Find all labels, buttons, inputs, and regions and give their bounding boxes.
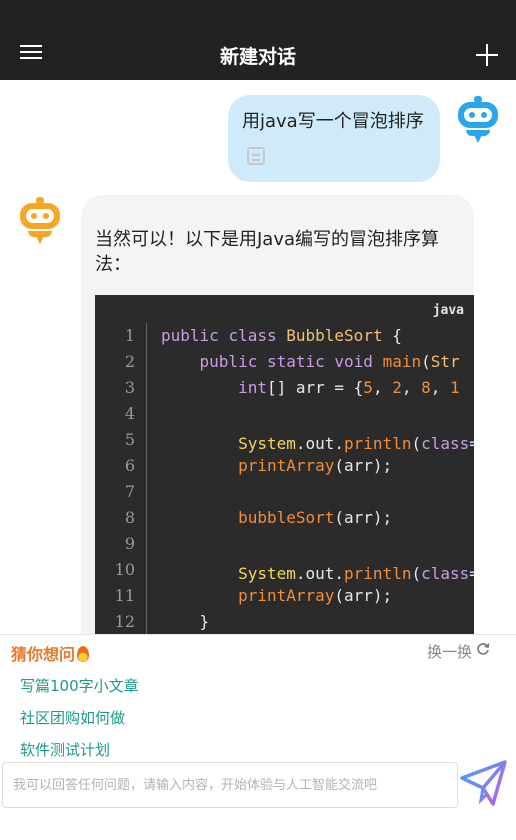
refresh-button[interactable]: 换一换: [427, 641, 472, 662]
line-number: 1: [124, 326, 135, 345]
code-line: public static void main(Str: [199, 352, 460, 371]
suggestion-item[interactable]: 软件测试计划: [20, 739, 110, 760]
line-number: 10: [114, 560, 135, 579]
status-bar: [0, 0, 516, 30]
suggestion-item[interactable]: 社区团购如何做: [20, 707, 125, 728]
line-number: 9: [124, 534, 135, 553]
page-title: 新建对话: [219, 45, 296, 68]
bot-message-text: 当然可以！以下是用Java编写的冒泡排序算法：: [95, 229, 440, 275]
app-header: 新建对话: [0, 30, 516, 80]
user-message-text: 用java写一个冒泡排序: [242, 111, 424, 132]
message-input[interactable]: [2, 762, 458, 808]
code-line: System.out.println(class="str">"排序: [238, 564, 474, 583]
suggestion-item[interactable]: 写篇100字小文章: [20, 675, 139, 696]
line-number: 12: [114, 612, 135, 631]
refresh-icon[interactable]: [476, 642, 490, 656]
user-robot-avatar-icon: [458, 96, 498, 143]
suggestions-title-text: 猜你想问: [11, 645, 76, 664]
line-number: 7: [124, 482, 135, 501]
code-line: System.out.println(class="str">"排序: [238, 434, 474, 453]
user-message-bubble: 用java写一个冒泡排序: [228, 95, 440, 182]
line-number: 6: [124, 456, 135, 475]
code-line: printArray(arr);: [238, 586, 393, 605]
suggestions-panel: 猜你想问 换一换 写篇100字小文章 社区团购如何做 软件测试计划: [0, 634, 516, 840]
copy-icon[interactable]: [247, 147, 265, 165]
code-line: public class BubbleSort {: [161, 326, 402, 345]
suggestions-title: 猜你想问: [11, 641, 90, 665]
menu-icon[interactable]: [20, 42, 46, 68]
line-number: 3: [124, 378, 135, 397]
line-number: 11: [114, 586, 135, 605]
line-number: 5: [124, 430, 135, 449]
code-block[interactable]: java 1 2 3 4 5 6 7 8 9 10 11 12 public c…: [95, 295, 474, 634]
code-line: printArray(arr);: [238, 456, 393, 475]
bot-robot-avatar-icon: [20, 197, 60, 244]
new-chat-plus-icon[interactable]: [474, 42, 500, 68]
code-line: int[] arr = {5, 2, 8, 1: [238, 378, 460, 397]
line-number: 2: [124, 352, 135, 371]
code-line: bubbleSort(arr);: [238, 508, 393, 527]
code-line: }: [161, 612, 210, 631]
chat-area[interactable]: 用java写一个冒泡排序 当然可以！以下是用Java编写的冒泡排序算法： jav…: [0, 80, 516, 634]
bot-message-bubble: 当然可以！以下是用Java编写的冒泡排序算法： java 1 2 3 4 5 6…: [81, 195, 474, 634]
fire-icon: [77, 646, 90, 662]
line-number: 4: [124, 404, 135, 423]
send-paper-plane-icon[interactable]: [459, 758, 509, 808]
line-number: 8: [124, 508, 135, 527]
code-language-label: java: [432, 303, 464, 318]
refresh-label: 换一换: [426, 643, 472, 661]
